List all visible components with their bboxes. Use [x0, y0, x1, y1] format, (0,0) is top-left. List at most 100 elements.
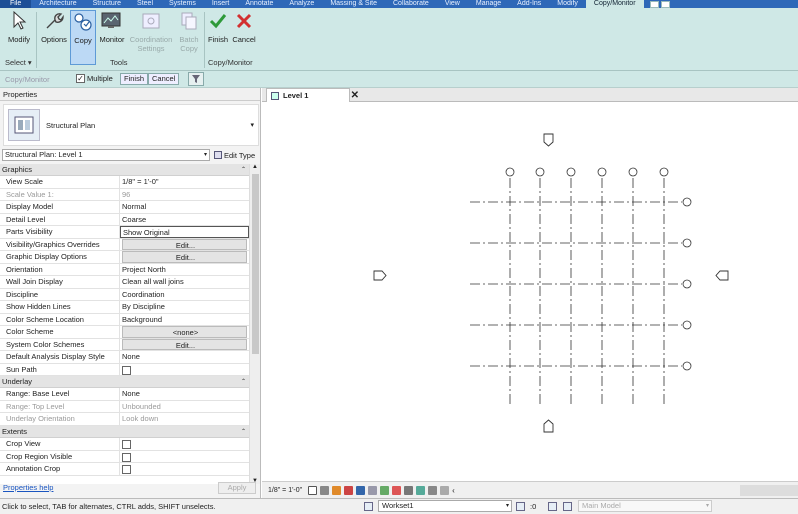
elevation-marker-south[interactable] [543, 419, 554, 433]
grid-bubble[interactable] [682, 197, 692, 207]
ribbon-tab-modify[interactable]: Modify [549, 0, 586, 8]
grid-bubble[interactable] [682, 361, 692, 371]
active-workset-select[interactable]: Workset1 ▾ [378, 500, 512, 512]
property-edit-button[interactable]: Edit... [122, 251, 247, 263]
property-group-extents[interactable]: Extents ⌃ [0, 425, 249, 439]
ribbon-tab-collaborate[interactable]: Collaborate [385, 0, 437, 8]
ribbon-tab-massing-site[interactable]: Massing & Site [322, 0, 385, 8]
collapse-icon[interactable]: ⌃ [241, 426, 246, 438]
property-value[interactable]: Project North [120, 264, 249, 276]
canvas-horizontal-scrollbar[interactable] [740, 485, 798, 496]
sun-path-icon[interactable] [332, 485, 342, 495]
property-edit-button[interactable]: <none> [122, 326, 247, 338]
checkbox[interactable] [122, 440, 131, 450]
design-option-select[interactable]: Main Model ▾ [578, 500, 712, 512]
collapse-icon[interactable]: ⌃ [241, 376, 246, 388]
visual-style-icon[interactable] [320, 485, 330, 495]
ribbon-tab-systems[interactable]: Systems [161, 0, 204, 8]
finish-button[interactable]: Finish [206, 10, 230, 65]
editing-requests-icon[interactable] [516, 502, 525, 511]
property-value[interactable]: By Discipline [120, 301, 249, 313]
reveal-hidden-icon[interactable] [392, 485, 402, 495]
cancel-button[interactable]: Cancel [230, 10, 258, 65]
analytical-model-icon[interactable] [416, 485, 426, 495]
options-cancel-button[interactable]: Cancel [148, 73, 180, 85]
property-value[interactable]: Clean all wall joins [120, 276, 249, 288]
crop-region-icon[interactable] [368, 485, 378, 495]
options-finish-button[interactable]: Finish [120, 73, 149, 85]
elevation-marker-north[interactable] [543, 133, 554, 147]
collapse-icon[interactable]: ⌃ [241, 164, 246, 176]
grid-bubble[interactable] [659, 167, 669, 177]
grid-bubble[interactable] [628, 167, 638, 177]
instance-selector[interactable]: Structural Plan: Level 1 ▾ [2, 149, 210, 161]
property-edit-button[interactable]: Edit... [122, 338, 247, 351]
modify-button[interactable]: Modify [4, 10, 34, 65]
grid-bubble[interactable] [505, 167, 515, 177]
property-checkbox-cell[interactable] [120, 364, 249, 376]
editable-only-icon[interactable] [563, 502, 572, 511]
ribbon-tab-annotate[interactable]: Annotate [237, 0, 281, 8]
ribbon-tab-add-ins[interactable]: Add-Ins [509, 0, 549, 8]
tab-level-1[interactable]: Level 1 ✕ [266, 88, 359, 102]
grid-bubble[interactable] [682, 320, 692, 330]
properties-help-link[interactable]: Properties help [3, 483, 53, 492]
property-value[interactable]: None [120, 351, 249, 363]
scrollbar-thumb[interactable] [252, 174, 259, 354]
property-value[interactable]: Normal [120, 201, 249, 213]
ribbon-tab-insert[interactable]: Insert [204, 0, 238, 8]
property-group-graphics[interactable]: Graphics ⌃ [0, 164, 249, 177]
grid-bubble[interactable] [535, 167, 545, 177]
ribbon-minimize-icon[interactable] [649, 0, 670, 8]
property-edit-button[interactable]: Edit... [122, 238, 247, 251]
edit-type-button[interactable]: Edit Type [214, 151, 255, 160]
grid-bubble[interactable] [566, 167, 576, 177]
type-selector[interactable]: Structural Plan ▾ [3, 104, 259, 146]
property-checkbox-cell[interactable] [120, 451, 249, 463]
properties-scrollbar[interactable]: ▲ ▼ [249, 164, 260, 484]
panel-label-select[interactable]: Select ▾ [5, 58, 32, 67]
property-checkbox-cell[interactable] [120, 463, 249, 475]
multiple-checkbox[interactable]: ✓ Multiple [76, 74, 113, 83]
checkbox[interactable] [122, 465, 131, 475]
property-group-underlay[interactable]: Underlay ⌃ [0, 376, 249, 389]
options-button[interactable]: Options [38, 10, 70, 65]
ribbon-tab-file[interactable]: File [0, 0, 32, 8]
worksets-icon[interactable] [364, 502, 373, 511]
apply-button[interactable]: Apply [218, 482, 256, 494]
batch-copy-button[interactable]: Batch Copy [175, 10, 203, 65]
temporary-hide-icon[interactable] [380, 485, 390, 495]
ribbon-tab-steel[interactable]: Steel [129, 0, 161, 8]
copy-button[interactable]: Copy [70, 10, 96, 65]
checkbox[interactable] [122, 365, 131, 375]
monitor-button[interactable]: Monitor [96, 10, 128, 65]
detail-level-icon[interactable] [308, 485, 318, 495]
ribbon-tab-analyze[interactable]: Analyze [281, 0, 322, 8]
reveal-constraints-icon[interactable] [440, 485, 450, 495]
property-value[interactable]: 1/8" = 1'-0" [120, 176, 249, 188]
grid-bubble[interactable] [682, 238, 692, 248]
grid-bubble[interactable] [682, 279, 692, 289]
ribbon-tab-structure[interactable]: Structure [85, 0, 129, 8]
close-icon[interactable]: ✕ [351, 89, 359, 102]
property-value[interactable]: None [120, 388, 249, 400]
ribbon-tab-copy-monitor[interactable]: Copy/Monitor [585, 0, 644, 8]
temporary-properties-icon[interactable] [404, 485, 414, 495]
property-value[interactable]: Background [120, 314, 249, 326]
property-value[interactable]: Show Original [120, 226, 249, 238]
checkbox[interactable] [122, 452, 131, 462]
ribbon-tab-architecture[interactable]: Architecture [31, 0, 84, 8]
drawing-canvas[interactable] [262, 103, 798, 481]
design-options-icon[interactable] [548, 502, 557, 511]
chevron-left-icon[interactable]: ‹ [452, 486, 461, 495]
elevation-marker-west[interactable] [373, 270, 387, 281]
property-value[interactable]: Coarse [120, 214, 249, 226]
highlight-displacement-icon[interactable] [428, 485, 438, 495]
property-value[interactable]: Coordination [120, 289, 249, 301]
shadows-icon[interactable] [344, 485, 354, 495]
ribbon-tab-manage[interactable]: Manage [468, 0, 509, 8]
chevron-down-icon[interactable]: ▾ [250, 121, 254, 129]
coordination-settings-button[interactable]: Coordination Settings [128, 10, 174, 65]
property-checkbox-cell[interactable] [120, 438, 249, 450]
crop-view-icon[interactable] [356, 485, 366, 495]
